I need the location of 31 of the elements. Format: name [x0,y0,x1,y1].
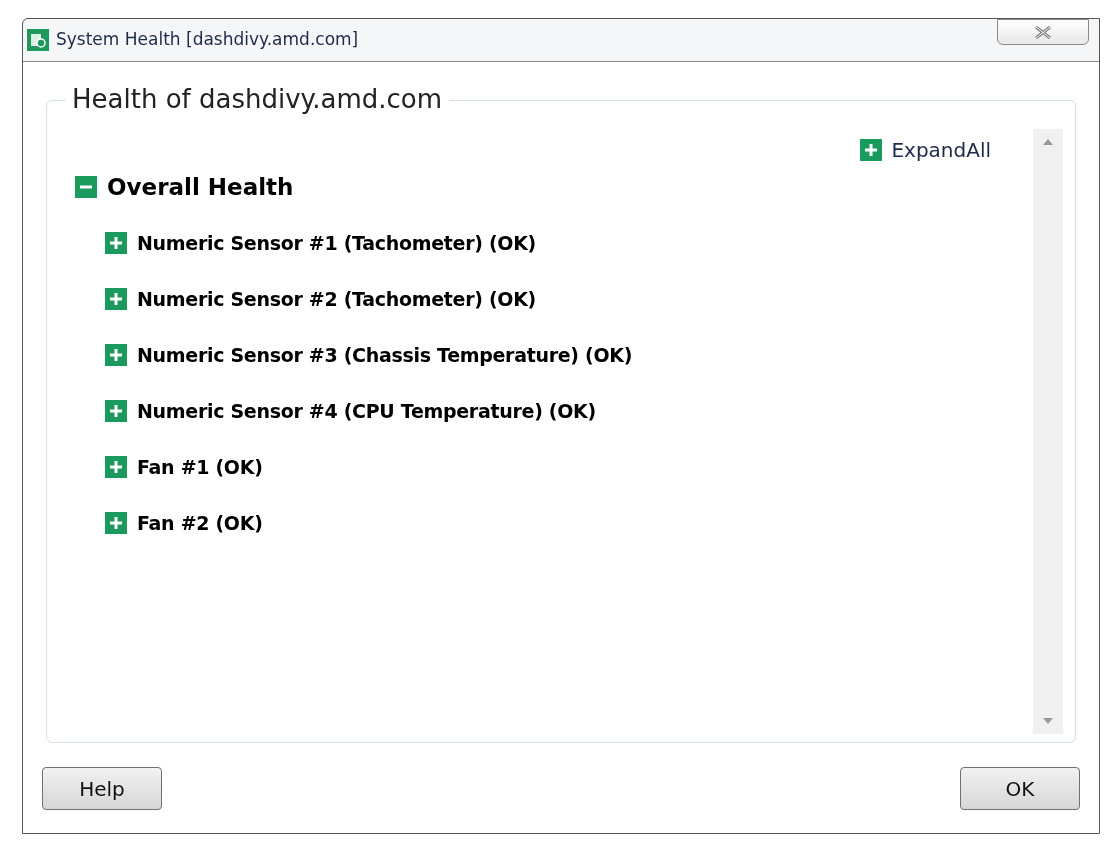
window-title: System Health [dashdivy.amd.com] [56,28,359,52]
close-button[interactable] [997,19,1089,45]
dialog-button[interactable]: Help [42,767,162,810]
dialog-button[interactable]: OK [960,767,1080,810]
scroll-up-icon [1043,139,1053,145]
toggle-button[interactable] [105,288,127,310]
plus-icon [105,344,127,366]
close-icon [1034,25,1052,39]
toggle-button[interactable] [75,176,97,198]
plus-icon [105,288,127,310]
plus-icon [105,400,127,422]
scroll-down-icon [1043,718,1053,724]
tree-item[interactable]: Overall Health [107,169,294,205]
tree-item[interactable]: Numeric Sensor #3 (Chassis Temperature) (OK) [137,340,633,370]
toggle-button[interactable] [105,344,127,366]
tree-item[interactable]: Numeric Sensor #4 (CPU Temperature) (OK) [137,396,596,426]
expand-all-button[interactable]: ExpandAll [860,135,991,165]
plus-icon [105,456,127,478]
minus-icon [75,176,97,198]
toggle-button[interactable] [105,456,127,478]
toggle-button[interactable] [105,512,127,534]
toggle-button[interactable] [105,232,127,254]
plus-icon [860,139,883,161]
plus-icon [105,232,127,254]
toggle-button[interactable] [105,400,127,422]
tree-item[interactable]: Numeric Sensor #1 (Tachometer) (OK) [137,228,536,258]
app-icon [27,29,49,51]
plus-icon [105,512,127,534]
tree-item[interactable]: Numeric Sensor #2 (Tachometer) (OK) [137,284,536,314]
tree-item[interactable]: Fan #2 (OK) [137,508,263,538]
tree-item[interactable]: Fan #1 (OK) [137,452,263,482]
